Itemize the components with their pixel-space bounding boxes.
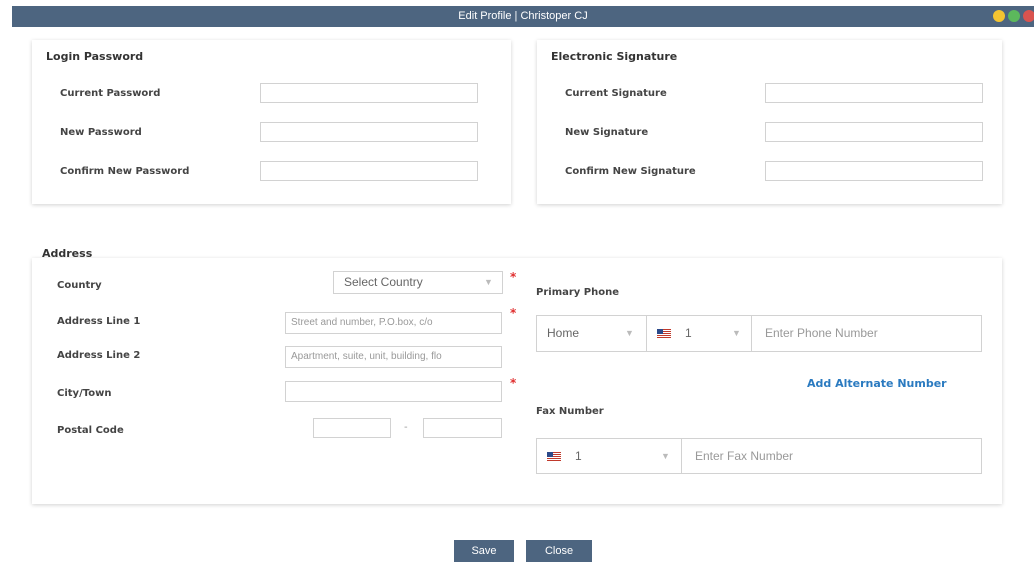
address-title: Address bbox=[42, 247, 93, 260]
login-password-title: Login Password bbox=[46, 50, 144, 63]
current-password-label: Current Password bbox=[60, 88, 161, 99]
phone-type-value: Home bbox=[547, 326, 580, 340]
address-line2-label: Address Line 2 bbox=[57, 350, 141, 361]
add-alternate-number-link[interactable]: Add Alternate Number bbox=[807, 377, 947, 390]
confirm-signature-input[interactable] bbox=[765, 161, 983, 181]
confirm-password-input[interactable] bbox=[260, 161, 478, 181]
chevron-down-icon: ▼ bbox=[625, 328, 634, 338]
fax-number-label: Fax Number bbox=[536, 406, 604, 417]
chevron-down-icon: ▼ bbox=[661, 451, 670, 461]
minimize-icon[interactable] bbox=[993, 10, 1005, 22]
fax-country-select[interactable]: 1 ▼ bbox=[536, 438, 682, 474]
city-required-mark: * bbox=[510, 376, 517, 390]
fax-number-input[interactable]: Enter Fax Number bbox=[681, 438, 982, 474]
phone-type-select[interactable]: Home ▼ bbox=[536, 315, 647, 352]
electronic-signature-title: Electronic Signature bbox=[551, 50, 678, 63]
phone-country-select[interactable]: 1 ▼ bbox=[646, 315, 752, 352]
close-button[interactable]: Close bbox=[526, 540, 592, 562]
address-line1-input[interactable]: Street and number, P.O.box, c/o bbox=[285, 312, 502, 334]
current-password-input[interactable] bbox=[260, 83, 478, 103]
confirm-password-label: Confirm New Password bbox=[60, 166, 190, 177]
save-button[interactable]: Save bbox=[454, 540, 514, 562]
chevron-down-icon: ▼ bbox=[732, 328, 741, 338]
confirm-signature-label: Confirm New Signature bbox=[565, 166, 696, 177]
chevron-down-icon: ▼ bbox=[484, 277, 493, 287]
new-password-input[interactable] bbox=[260, 122, 478, 142]
address-line2-input[interactable]: Apartment, suite, unit, building, flo bbox=[285, 346, 502, 368]
city-input[interactable] bbox=[285, 381, 502, 402]
country-label: Country bbox=[57, 280, 102, 291]
new-signature-input[interactable] bbox=[765, 122, 983, 142]
country-select[interactable]: Select Country ▼ bbox=[333, 271, 503, 294]
window-titlebar: Edit Profile | Christoper CJ bbox=[12, 6, 1034, 27]
postal-code-ext-input[interactable] bbox=[423, 418, 502, 438]
primary-phone-label: Primary Phone bbox=[536, 287, 620, 298]
fax-country-code: 1 bbox=[575, 449, 582, 463]
city-label: City/Town bbox=[57, 388, 112, 399]
current-signature-label: Current Signature bbox=[565, 88, 667, 99]
address-line1-label: Address Line 1 bbox=[57, 316, 141, 327]
window-title: Edit Profile | Christoper CJ bbox=[458, 10, 588, 22]
line1-required-mark: * bbox=[510, 306, 517, 320]
postal-code-input[interactable] bbox=[313, 418, 391, 438]
postal-code-label: Postal Code bbox=[57, 425, 124, 436]
maximize-icon[interactable] bbox=[1008, 10, 1020, 22]
phone-number-input[interactable]: Enter Phone Number bbox=[751, 315, 982, 352]
country-select-value: Select Country bbox=[344, 275, 423, 289]
country-required-mark: * bbox=[510, 270, 517, 284]
close-window-icon[interactable] bbox=[1023, 10, 1034, 22]
new-signature-label: New Signature bbox=[565, 127, 649, 138]
new-password-label: New Password bbox=[60, 127, 142, 138]
current-signature-input[interactable] bbox=[765, 83, 983, 103]
phone-country-code: 1 bbox=[685, 326, 692, 340]
postal-code-separator: - bbox=[404, 422, 408, 433]
us-flag-icon bbox=[657, 329, 671, 338]
us-flag-icon bbox=[547, 452, 561, 461]
